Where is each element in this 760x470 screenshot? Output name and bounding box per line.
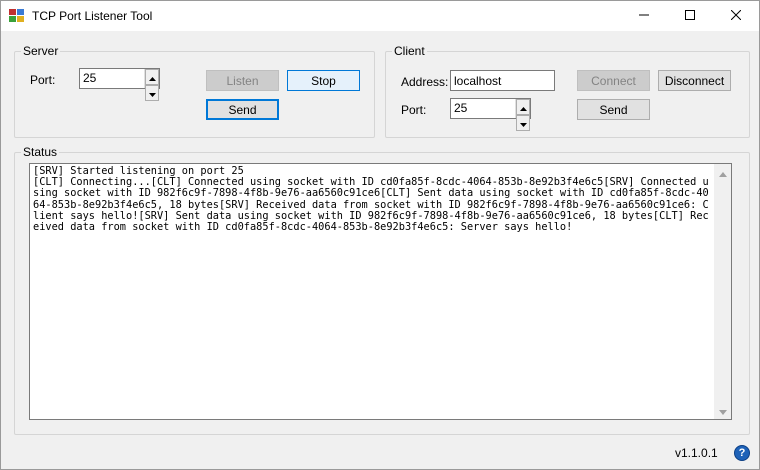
title-bar[interactable]: TCP Port Listener Tool bbox=[1, 1, 759, 31]
client-port-label: Port: bbox=[401, 103, 427, 117]
server-port-stepper[interactable] bbox=[79, 68, 160, 101]
minimize-button[interactable] bbox=[621, 1, 667, 31]
client-send-button[interactable]: Send bbox=[577, 99, 650, 120]
listen-button[interactable]: Listen bbox=[206, 70, 279, 91]
disconnect-button[interactable]: Disconnect bbox=[658, 70, 731, 91]
version-label: v1.1.0.1 bbox=[675, 446, 718, 460]
connect-button[interactable]: Connect bbox=[577, 70, 650, 91]
scroll-down-button[interactable] bbox=[714, 402, 731, 419]
chevron-down-icon bbox=[519, 116, 527, 130]
server-send-button[interactable]: Send bbox=[206, 99, 279, 120]
chevron-down-icon bbox=[148, 86, 156, 100]
chevron-up-icon bbox=[718, 166, 727, 180]
status-log[interactable]: [SRV] Started listening on port 25 [CLT]… bbox=[29, 163, 732, 420]
chevron-down-icon bbox=[718, 404, 727, 418]
status-log-text: [SRV] Started listening on port 25 [CLT]… bbox=[33, 165, 709, 234]
main-window: TCP Port Listener Tool Server Port: 25 L… bbox=[0, 0, 760, 470]
app-icon bbox=[9, 9, 25, 23]
client-port-down-button[interactable] bbox=[516, 115, 530, 131]
status-group-label: Status bbox=[21, 145, 60, 159]
scroll-up-button[interactable] bbox=[714, 164, 731, 181]
client-port-up-button[interactable] bbox=[516, 99, 530, 115]
client-group: Client bbox=[385, 44, 750, 138]
server-group: Server bbox=[14, 44, 375, 138]
server-group-label: Server bbox=[21, 44, 61, 58]
chevron-up-icon bbox=[519, 100, 527, 114]
server-port-input[interactable] bbox=[80, 69, 144, 88]
minimize-icon bbox=[639, 9, 649, 23]
server-port-up-button[interactable] bbox=[145, 69, 159, 85]
client-port-stepper[interactable] bbox=[450, 98, 531, 131]
client-group-label: Client bbox=[392, 44, 427, 58]
help-button[interactable]: ? bbox=[734, 445, 750, 461]
stop-button[interactable]: Stop bbox=[287, 70, 360, 91]
close-button[interactable] bbox=[713, 1, 759, 31]
close-icon bbox=[730, 9, 742, 23]
client-address-label: Address: bbox=[401, 75, 449, 89]
maximize-icon bbox=[685, 9, 695, 23]
log-scrollbar[interactable] bbox=[714, 164, 731, 419]
maximize-button[interactable] bbox=[667, 1, 713, 31]
client-port-input[interactable] bbox=[451, 99, 515, 118]
server-port-label: Port: bbox=[30, 73, 56, 87]
window-title: TCP Port Listener Tool bbox=[32, 9, 153, 23]
chevron-up-icon bbox=[148, 70, 156, 84]
client-address-input[interactable] bbox=[450, 70, 555, 91]
help-icon: ? bbox=[738, 447, 746, 459]
server-port-down-button[interactable] bbox=[145, 85, 159, 101]
